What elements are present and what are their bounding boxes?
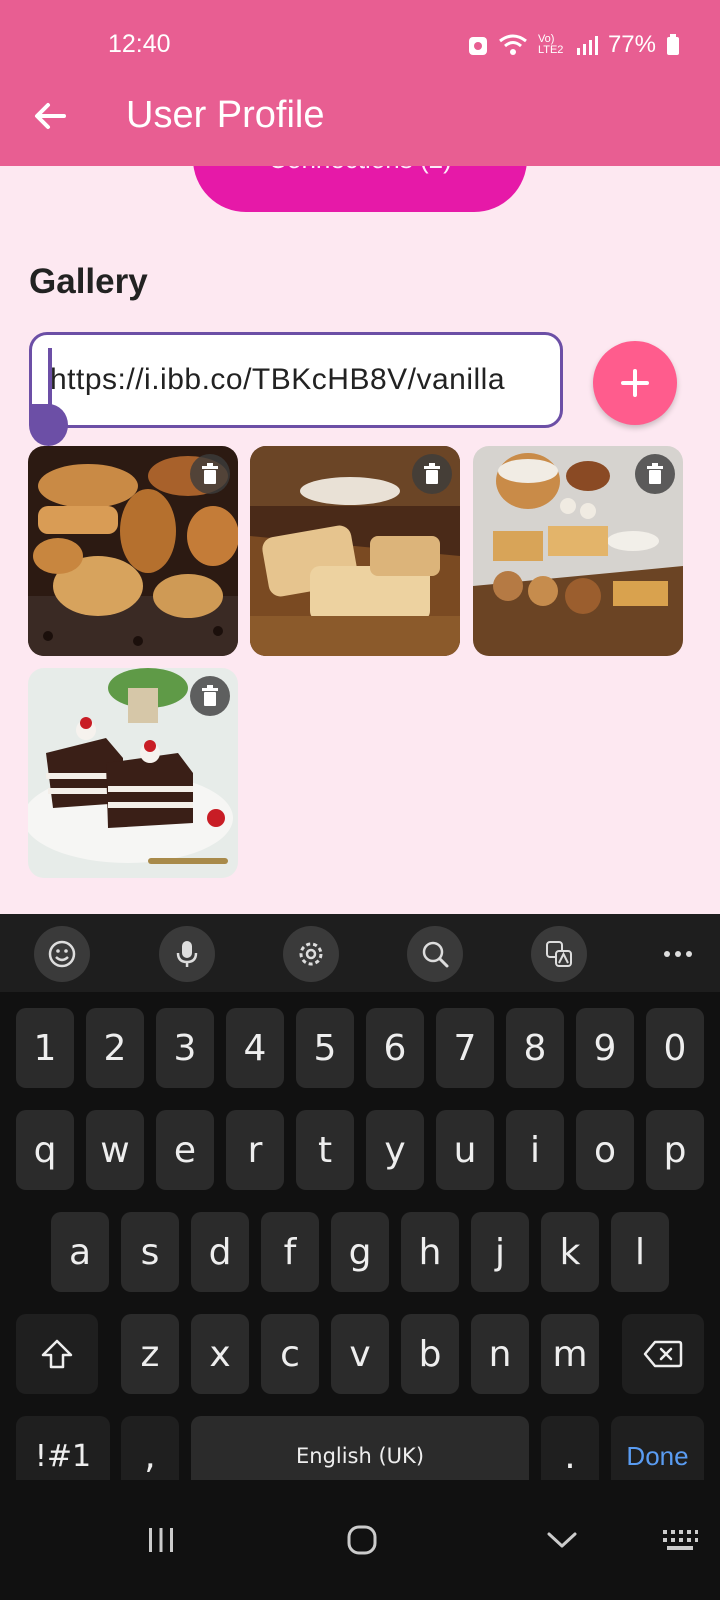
trash-icon — [202, 463, 218, 484]
search-button[interactable] — [407, 926, 463, 982]
battery-icon — [667, 34, 679, 55]
keyboard-settings-button[interactable] — [283, 926, 339, 982]
text-cursor — [48, 348, 52, 410]
shift-key[interactable] — [16, 1314, 98, 1394]
key-m[interactable]: m — [541, 1314, 599, 1394]
key-j[interactable]: j — [471, 1212, 529, 1292]
recent-apps-icon — [149, 1528, 173, 1552]
signal-icon — [576, 36, 598, 55]
key-6[interactable]: 6 — [366, 1008, 424, 1088]
trash-icon — [202, 685, 218, 706]
recent-apps-button[interactable] — [133, 1512, 189, 1568]
connections-label: Connections (2) — [268, 166, 452, 175]
battery-percent: 77% — [607, 31, 656, 58]
key-3[interactable]: 3 — [156, 1008, 214, 1088]
done-label: Done — [626, 1440, 689, 1471]
gallery-image-bread[interactable] — [250, 446, 460, 656]
app-bar: 12:40 Vo) LTE2 77% User Profile — [0, 0, 720, 166]
key-g[interactable]: g — [331, 1212, 389, 1292]
key-i[interactable]: i — [506, 1110, 564, 1190]
backspace-key[interactable] — [622, 1314, 704, 1394]
key-u[interactable]: u — [436, 1110, 494, 1190]
key-s[interactable]: s — [121, 1212, 179, 1292]
status-time: 12:40 — [108, 30, 171, 58]
arrow-back-icon — [35, 103, 66, 129]
translate-button[interactable] — [531, 926, 587, 982]
home-icon — [347, 1525, 377, 1555]
home-button[interactable] — [334, 1512, 390, 1568]
key-x[interactable]: x — [191, 1314, 249, 1394]
hide-keyboard-button[interactable] — [534, 1512, 590, 1568]
emoji-button[interactable] — [34, 926, 90, 982]
back-button[interactable] — [30, 96, 70, 136]
page-title: User Profile — [126, 94, 325, 136]
image-url-value: https://i.ibb.co/TBKcHB8V/vanilla — [50, 363, 506, 396]
key-p[interactable]: p — [646, 1110, 704, 1190]
key-9[interactable]: 9 — [576, 1008, 634, 1088]
gallery-title: Gallery — [29, 262, 148, 301]
status-icons: Vo) LTE2 77% — [468, 30, 680, 60]
plus-icon — [621, 369, 649, 397]
search-icon — [422, 941, 449, 968]
image-url-input[interactable]: https://i.ibb.co/TBKcHB8V/vanilla — [29, 332, 563, 428]
key-z[interactable]: z — [121, 1314, 179, 1394]
gear-icon — [299, 942, 323, 966]
trash-icon — [647, 463, 663, 484]
gallery-image-cake[interactable] — [28, 668, 238, 878]
add-image-button[interactable] — [593, 341, 677, 425]
keyboard-switch-button[interactable] — [652, 1512, 708, 1568]
gallery-image-pastries[interactable] — [473, 446, 683, 656]
key-a[interactable]: a — [51, 1212, 109, 1292]
key-2[interactable]: 2 — [86, 1008, 144, 1088]
key-w[interactable]: w — [86, 1110, 144, 1190]
gallery-image-cookies[interactable] — [28, 446, 238, 656]
status-bar: 12:40 Vo) LTE2 77% — [0, 0, 720, 86]
key-h[interactable]: h — [401, 1212, 459, 1292]
key-b[interactable]: b — [401, 1314, 459, 1394]
delete-image-button[interactable] — [190, 454, 230, 494]
space-language-label: English (UK) — [295, 1444, 425, 1468]
key-c[interactable]: c — [261, 1314, 319, 1394]
system-nav-bar — [0, 1480, 720, 1600]
key-l[interactable]: l — [611, 1212, 669, 1292]
key-f[interactable]: f — [261, 1212, 319, 1292]
wifi-icon — [499, 34, 527, 55]
more-horiz-icon — [664, 951, 692, 957]
key-8[interactable]: 8 — [506, 1008, 564, 1088]
backspace-icon — [643, 1340, 683, 1368]
emoji-icon — [48, 940, 76, 968]
shift-icon — [41, 1339, 73, 1369]
connections-button[interactable]: Connections (2) — [193, 166, 527, 212]
keyboard-icon — [663, 1530, 698, 1550]
delete-image-button[interactable] — [190, 676, 230, 716]
key-t[interactable]: t — [296, 1110, 354, 1190]
key-q[interactable]: q — [16, 1110, 74, 1190]
key-k[interactable]: k — [541, 1212, 599, 1292]
more-options-button[interactable] — [650, 926, 706, 982]
key-4[interactable]: 4 — [226, 1008, 284, 1088]
chevron-down-icon — [547, 1532, 577, 1548]
profile-content[interactable]: Connections (2) Gallery https://i.ibb.co… — [0, 166, 720, 914]
trash-icon — [424, 463, 440, 484]
keyboard-toolbar — [0, 914, 720, 992]
key-d[interactable]: d — [191, 1212, 249, 1292]
cursor-handle[interactable] — [29, 404, 68, 446]
key-n[interactable]: n — [471, 1314, 529, 1394]
delete-image-button[interactable] — [412, 454, 452, 494]
key-1[interactable]: 1 — [16, 1008, 74, 1088]
key-r[interactable]: r — [226, 1110, 284, 1190]
network-label: Vo) LTE2 — [537, 33, 564, 56]
delete-image-button[interactable] — [635, 454, 675, 494]
key-0[interactable]: 0 — [646, 1008, 704, 1088]
voice-input-button[interactable] — [159, 926, 215, 982]
microphone-icon — [176, 941, 198, 967]
key-e[interactable]: e — [156, 1110, 214, 1190]
screenshot-icon — [468, 37, 487, 55]
key-5[interactable]: 5 — [296, 1008, 354, 1088]
key-v[interactable]: v — [331, 1314, 389, 1394]
translate-icon — [546, 941, 572, 967]
key-7[interactable]: 7 — [436, 1008, 494, 1088]
key-o[interactable]: o — [576, 1110, 634, 1190]
key-y[interactable]: y — [366, 1110, 424, 1190]
